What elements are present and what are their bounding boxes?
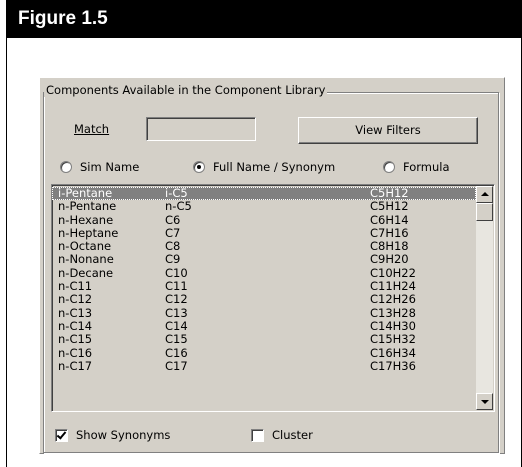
list-item[interactable]: n-Heptane C7 C7H16 bbox=[52, 225, 476, 240]
radio-sim-name[interactable]: Sim Name bbox=[60, 160, 139, 174]
match-input[interactable] bbox=[146, 117, 256, 141]
component-formula: C16H34 bbox=[370, 345, 416, 360]
list-item[interactable]: n-Decane C10 C10H22 bbox=[52, 265, 476, 280]
radio-formula[interactable]: Formula bbox=[383, 160, 450, 174]
component-name: n-Nonane bbox=[58, 252, 114, 267]
list-item[interactable]: n-C16 C16 C16H34 bbox=[52, 345, 476, 360]
radio-formula-label: Formula bbox=[403, 160, 450, 174]
component-synonym: n-C5 bbox=[165, 199, 192, 214]
cluster-label: Cluster bbox=[272, 428, 313, 442]
vertical-scrollbar[interactable] bbox=[476, 186, 493, 410]
list-item[interactable]: n-C15 C15 C15H32 bbox=[52, 332, 476, 347]
component-synonym: C16 bbox=[165, 345, 188, 360]
component-formula: C14H30 bbox=[370, 318, 416, 333]
radio-sim-name-icon[interactable] bbox=[60, 161, 72, 173]
list-item[interactable]: n-C13 C13 C13H28 bbox=[52, 305, 476, 320]
match-label-text: Match bbox=[74, 122, 110, 136]
groupbox-title: Components Available in the Component Li… bbox=[44, 83, 328, 97]
component-synonym: C14 bbox=[165, 318, 188, 333]
list-item[interactable]: n-C17 C17 C17H36 bbox=[52, 358, 476, 373]
component-synonym: i-C5 bbox=[165, 186, 188, 200]
scroll-down-button[interactable] bbox=[476, 393, 493, 410]
component-name: n-C11 bbox=[58, 279, 93, 294]
component-synonym: C8 bbox=[165, 239, 181, 254]
component-formula: C5H12 bbox=[370, 186, 409, 200]
component-formula: C11H24 bbox=[370, 279, 416, 294]
component-synonym: C7 bbox=[165, 225, 181, 240]
list-item[interactable]: n-Nonane C9 C9H20 bbox=[52, 252, 476, 267]
components-list: i-Pentane i-C5 C5H12 n-Pentane n-C5 C5H12 n-He… bbox=[52, 186, 476, 373]
component-synonym: C6 bbox=[165, 212, 181, 227]
view-filters-button[interactable]: View Filters bbox=[298, 117, 478, 144]
radio-sim-name-label: Sim Name bbox=[80, 160, 140, 174]
components-listbox[interactable]: i-Pentane i-C5 C5H12 n-Pentane n-C5 C5H12 n-He… bbox=[51, 184, 495, 412]
radio-formula-icon[interactable] bbox=[383, 161, 395, 173]
list-item[interactable]: n-Octane C8 C8H18 bbox=[52, 239, 476, 254]
component-synonym: C17 bbox=[165, 358, 188, 373]
component-name: n-C15 bbox=[58, 332, 93, 347]
component-name: n-C13 bbox=[58, 305, 93, 320]
component-name: n-Decane bbox=[58, 265, 114, 280]
component-formula: C8H18 bbox=[370, 239, 409, 254]
match-label: Match bbox=[74, 122, 109, 136]
component-name: n-C12 bbox=[58, 292, 93, 307]
component-name: i-Pentane bbox=[58, 186, 113, 200]
component-library-dialog: Components Available in the Component Li… bbox=[39, 77, 505, 454]
cluster-check-icon[interactable] bbox=[251, 428, 264, 442]
component-name: n-Heptane bbox=[58, 225, 119, 240]
list-item[interactable]: n-C14 C14 C14H30 bbox=[52, 318, 476, 333]
component-synonym: C10 bbox=[165, 265, 188, 280]
show-synonyms-check-icon[interactable] bbox=[55, 428, 68, 442]
list-item[interactable]: n-Hexane C6 C6H14 bbox=[52, 212, 476, 227]
component-formula: C7H16 bbox=[370, 225, 409, 240]
component-formula: C9H20 bbox=[370, 252, 409, 267]
component-name: n-C16 bbox=[58, 345, 93, 360]
list-item[interactable]: n-Pentane n-C5 C5H12 bbox=[52, 199, 476, 214]
component-synonym: C13 bbox=[165, 305, 188, 320]
component-formula: C15H32 bbox=[370, 332, 416, 347]
radio-full-name-synonym[interactable]: Full Name / Synonym bbox=[193, 160, 335, 174]
component-formula: C6H14 bbox=[370, 212, 409, 227]
cluster-checkbox[interactable]: Cluster bbox=[251, 428, 313, 442]
component-name: n-C17 bbox=[58, 358, 93, 373]
component-formula: C5H12 bbox=[370, 199, 409, 214]
component-name: n-C14 bbox=[58, 318, 93, 333]
radio-full-name-synonym-icon[interactable] bbox=[193, 161, 205, 173]
radio-full-name-synonym-label: Full Name / Synonym bbox=[213, 160, 336, 174]
component-formula: C17H36 bbox=[370, 358, 416, 373]
figure-header: Figure 1.5 bbox=[6, 0, 522, 38]
component-synonym: C12 bbox=[165, 292, 188, 307]
component-synonym: C9 bbox=[165, 252, 181, 267]
component-formula: C13H28 bbox=[370, 305, 416, 320]
component-formula: C12H26 bbox=[370, 292, 416, 307]
component-name: n-Octane bbox=[58, 239, 112, 254]
component-synonym: C15 bbox=[165, 332, 188, 347]
list-item[interactable]: n-C12 C12 C12H26 bbox=[52, 292, 476, 307]
arrow-up-icon bbox=[481, 192, 489, 196]
show-synonyms-checkbox[interactable]: Show Synonyms bbox=[55, 428, 170, 442]
show-synonyms-label: Show Synonyms bbox=[76, 428, 171, 442]
component-synonym: C11 bbox=[165, 279, 188, 294]
list-item[interactable]: i-Pentane i-C5 C5H12 bbox=[52, 186, 476, 201]
figure-title: Figure 1.5 bbox=[18, 8, 108, 29]
arrow-down-icon bbox=[481, 400, 489, 404]
list-item[interactable]: n-C11 C11 C11H24 bbox=[52, 279, 476, 294]
component-formula: C10H22 bbox=[370, 265, 416, 280]
component-name: n-Hexane bbox=[58, 212, 114, 227]
scroll-thumb[interactable] bbox=[476, 203, 493, 221]
scroll-up-button[interactable] bbox=[476, 186, 493, 203]
component-name: n-Pentane bbox=[58, 199, 117, 214]
